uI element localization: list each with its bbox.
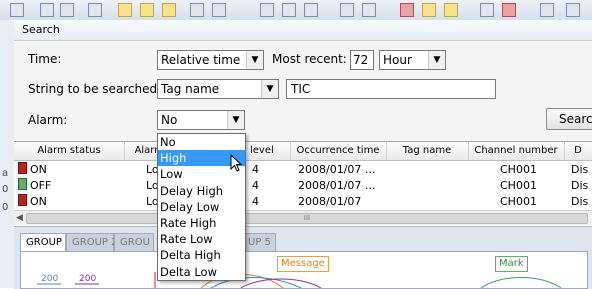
time-unit-select[interactable]: Hour ▼: [379, 50, 446, 70]
cell-status: OFF: [30, 179, 52, 192]
toolbar-icon-10[interactable]: [260, 3, 274, 17]
scroll-left-icon[interactable]: ◀: [16, 211, 23, 225]
col-alarm-status[interactable]: Alarm status: [14, 142, 125, 160]
search-string-input[interactable]: TIC: [286, 79, 496, 99]
tab-group-2[interactable]: GROUP 2: [66, 233, 117, 251]
toolbar-icon-14[interactable]: [362, 3, 376, 17]
cell-status: ON: [30, 163, 47, 176]
search-window: Search Time: Relative time ▼ Most recent…: [14, 20, 592, 289]
time-unit-value: Hour: [383, 53, 412, 67]
cell-channel: CH001: [500, 163, 537, 176]
toolbar-icon-4[interactable]: [88, 3, 102, 17]
tab-group-5[interactable]: UP 5: [242, 233, 276, 251]
toolbar-icon-3[interactable]: [60, 3, 74, 17]
left-strip-char: 0: [2, 202, 9, 213]
alarm-off-icon: [18, 178, 27, 190]
cell-time: 2008/01/07 ...: [298, 163, 376, 176]
cell-time: 2008/01/07 ...: [298, 179, 376, 192]
toolbar-icon-19[interactable]: [502, 3, 516, 17]
mouse-cursor-icon: [230, 154, 243, 172]
chevron-down-icon[interactable]: ▼: [428, 51, 445, 69]
toolbar-icon-9[interactable]: [212, 3, 226, 17]
cell-status: ON: [30, 195, 47, 206]
toolbar-icon-8[interactable]: [190, 3, 204, 17]
alarm-on-icon: [18, 162, 27, 174]
toolbar-icon-20[interactable]: [540, 3, 554, 17]
window-title: Search: [14, 20, 592, 41]
alarm-option-rate-low[interactable]: Rate Low: [158, 231, 245, 247]
time-mode-value: Relative time: [161, 53, 241, 67]
col-channel-number[interactable]: Channel number: [468, 142, 565, 160]
scroll-thumb[interactable]: III: [26, 213, 588, 224]
alarm-option-delay-low[interactable]: Delay Low: [158, 199, 245, 215]
cell-level: 4: [252, 195, 259, 206]
cell-time: 2008/01/07: [298, 195, 362, 206]
cell-level: 4: [252, 163, 259, 176]
most-recent-input[interactable]: 72: [350, 50, 374, 70]
search-button[interactable]: Search: [546, 108, 592, 130]
left-strip-char: 0: [2, 184, 9, 195]
alarm-option-delta-high[interactable]: Delta High: [158, 247, 245, 263]
table-header: Alarm status Alarm level Occurrence time…: [14, 142, 592, 161]
cell-d: Dis: [571, 195, 589, 206]
group-tab-panel: GROUP 1 GROUP 2 GROU UP 5 200 200 Messag…: [14, 226, 592, 289]
chevron-down-icon[interactable]: ▼: [227, 111, 244, 129]
toolbar-icon-6[interactable]: [140, 3, 154, 17]
cell-channel: CH001: [500, 179, 537, 192]
table-row[interactable]: OFF Lo 4 2008/01/07 ... CH001 Dis: [14, 178, 592, 193]
time-mode-select[interactable]: Relative time ▼: [157, 50, 264, 70]
col-level[interactable]: level: [246, 142, 291, 160]
time-label: Time:: [28, 52, 62, 66]
toolbar-icon-7[interactable]: [162, 3, 176, 17]
cell-tag: [394, 162, 464, 177]
table-row[interactable]: ON Lo 4 2008/01/07 CH001 Dis: [14, 194, 592, 206]
col-tag-name[interactable]: Tag name: [386, 142, 469, 160]
tab-group-1[interactable]: GROUP 1: [20, 233, 71, 251]
main-toolbar: [0, 0, 592, 21]
toolbar-icon-21[interactable]: [566, 3, 580, 17]
string-field-value: Tag name: [161, 82, 220, 96]
results-table: Alarm status Alarm level Occurrence time…: [14, 141, 592, 226]
table-row[interactable]: ON Lo 4 2008/01/07 ... CH001 Dis: [14, 162, 592, 177]
toolbar-icon-12[interactable]: [304, 3, 318, 17]
mark-marker[interactable]: Mark: [495, 256, 528, 272]
alarm-option-delay-high[interactable]: Delay High: [158, 183, 245, 199]
cell-d: Dis: [571, 179, 589, 192]
toolbar-icon-5[interactable]: [118, 3, 132, 17]
horizontal-scrollbar[interactable]: ◀ III: [14, 210, 592, 225]
toolbar-icon-11[interactable]: [282, 3, 296, 17]
col-d[interactable]: D: [564, 142, 592, 160]
chevron-down-icon[interactable]: ▼: [246, 51, 263, 69]
cell-tag: [394, 178, 464, 193]
cell-d: Dis: [571, 163, 589, 176]
alarm-value: No: [161, 113, 178, 127]
message-marker[interactable]: Message: [277, 256, 329, 272]
alarm-on-icon: [18, 194, 27, 206]
toolbar-icon-13[interactable]: [340, 3, 354, 17]
left-panel-edge: a 0 0: [0, 20, 15, 288]
trend-graph: 200 200 Message Mark: [20, 251, 588, 289]
string-label: String to be searched:: [28, 82, 162, 96]
alarm-select[interactable]: No ▼: [157, 110, 245, 130]
tab-group-3[interactable]: GROU: [114, 233, 154, 251]
toolbar-icon-15[interactable]: [400, 3, 414, 17]
cell-level: 4: [252, 179, 259, 192]
toolbar-icon-2[interactable]: [40, 3, 54, 17]
most-recent-label: Most recent:: [272, 52, 347, 66]
alarm-label: Alarm:: [28, 113, 68, 127]
alarm-option-delta-low[interactable]: Delta Low: [158, 264, 245, 280]
string-field-select[interactable]: Tag name ▼: [157, 79, 279, 99]
toolbar-icon-1[interactable]: [10, 3, 24, 17]
toolbar-icon-16[interactable]: [422, 3, 436, 17]
left-strip-char: a: [2, 168, 9, 179]
cell-tag: [394, 194, 464, 206]
toolbar-icon-18[interactable]: [480, 3, 494, 17]
alarm-option-rate-high[interactable]: Rate High: [158, 215, 245, 231]
chevron-down-icon[interactable]: ▼: [261, 80, 278, 98]
toolbar-icon-17[interactable]: [444, 3, 458, 17]
col-occurrence-time[interactable]: Occurrence time: [290, 142, 387, 160]
alarm-option-no[interactable]: No: [158, 134, 245, 150]
cell-channel: CH001: [500, 195, 537, 206]
